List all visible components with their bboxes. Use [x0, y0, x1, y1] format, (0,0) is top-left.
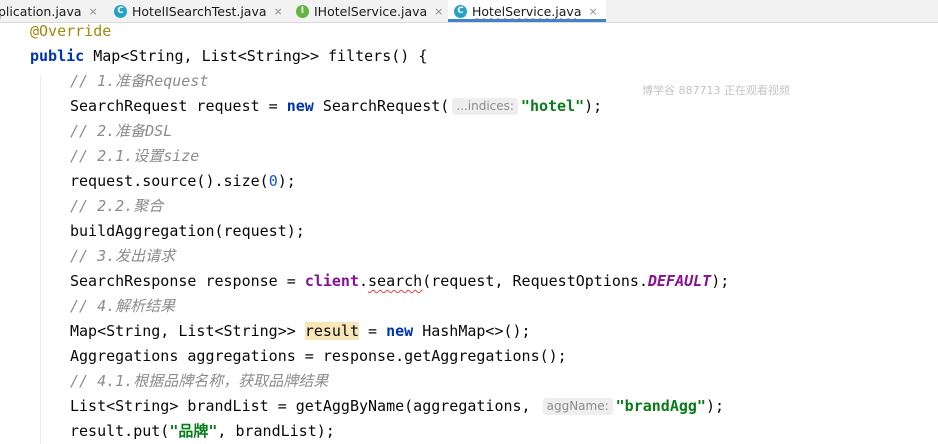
comment-token: // 1.准备Request: [70, 72, 209, 90]
code-text: );: [705, 397, 725, 415]
code-text: );: [584, 97, 603, 115]
comment-token: // 2.准备DSL: [70, 122, 173, 140]
code-line-1[interactable]: @Override: [30, 19, 111, 44]
parameter-hint: ...indices:: [452, 98, 518, 115]
tab-label: plication.java: [0, 3, 82, 19]
code-line-3[interactable]: // 1.准备Request: [70, 69, 208, 94]
comment-token: // 2.1.设置size: [70, 147, 200, 165]
code-text: SearchRequest(: [313, 97, 450, 115]
class-icon: C: [454, 4, 467, 18]
code-editor[interactable]: @Override public Map<String, List<String…: [0, 22, 938, 444]
close-icon[interactable]: ×: [89, 5, 98, 18]
code-line-5[interactable]: // 2.准备DSL: [70, 119, 172, 144]
keyword-token: public: [30, 47, 85, 65]
highlighted-variable[interactable]: result: [304, 322, 359, 340]
comment-token: // 3.发出请求: [70, 247, 176, 265]
code-text: );: [711, 272, 730, 290]
code-text: Map<String, List<String>> filters() {: [84, 47, 428, 65]
comment-token: // 4.解析结果: [70, 297, 176, 315]
code-text: (request, RequestOptions.: [422, 272, 648, 290]
code-text: buildAggregation(request);: [70, 222, 305, 240]
close-icon[interactable]: ×: [588, 5, 597, 18]
code-line-4[interactable]: SearchRequest request = new SearchReques…: [70, 94, 602, 119]
video-watermark: 博学谷 887713 正在观看视频: [642, 84, 790, 97]
code-text: );: [277, 172, 296, 190]
code-line-2[interactable]: public Map<String, List<String>> filters…: [30, 44, 427, 69]
code-line-8[interactable]: // 2.2.聚合: [70, 194, 163, 219]
class-icon: C: [114, 4, 127, 18]
constant-token: DEFAULT: [648, 272, 712, 290]
string-token: "品牌": [169, 422, 218, 440]
code-line-15[interactable]: // 4.1.根据品牌名称，获取品牌结果: [70, 369, 328, 394]
editor-tab-bar: plication.java × C HotelISearchTest.java…: [0, 0, 938, 23]
code-line-17[interactable]: result.put("品牌", brandList);: [70, 419, 335, 444]
keyword-token: new: [286, 97, 314, 115]
close-icon[interactable]: ×: [434, 5, 443, 18]
code-text: SearchRequest request =: [70, 97, 287, 115]
code-text: =: [359, 322, 387, 340]
parameter-hint: aggName:: [542, 398, 613, 415]
code-text: , brandList);: [217, 422, 335, 440]
number-token: 0: [268, 172, 278, 190]
code-line-11[interactable]: SearchResponse response = client.search(…: [70, 269, 729, 294]
code-text: Aggregations aggregations = response.get…: [70, 347, 567, 365]
indent-guide: [40, 75, 41, 444]
code-text: SearchResponse response =: [70, 272, 305, 290]
field-token: client: [304, 272, 359, 290]
interface-icon: I: [296, 4, 309, 18]
code-text: request.source().size(: [70, 172, 269, 190]
method-token: search: [368, 272, 423, 290]
code-line-14[interactable]: Aggregations aggregations = response.get…: [70, 344, 567, 369]
code-text: List<String> brandList = getAggByName(ag…: [70, 397, 540, 415]
code-line-16[interactable]: List<String> brandList = getAggByName(ag…: [70, 394, 724, 419]
tab-label: HotelISearchTest.java: [132, 3, 267, 19]
string-token: "brandAgg": [615, 397, 706, 415]
code-line-12[interactable]: // 4.解析结果: [70, 294, 175, 319]
code-line-10[interactable]: // 3.发出请求: [70, 244, 175, 269]
code-line-9[interactable]: buildAggregation(request);: [70, 219, 305, 244]
tab-label: IHotelService.java: [314, 3, 428, 19]
comment-token: // 2.2.聚合: [70, 197, 164, 215]
code-line-13[interactable]: Map<String, List<String>> result = new H…: [70, 319, 531, 344]
code-text: Map<String, List<String>>: [70, 322, 305, 340]
tab-label: HotelService.java: [472, 3, 582, 19]
code-text: result.put(: [70, 422, 170, 440]
comment-token: // 4.1.根据品牌名称，获取品牌结果: [70, 372, 329, 390]
close-icon[interactable]: ×: [274, 5, 283, 18]
annotation-token: @Override: [30, 22, 112, 40]
tab-ihotelservice-java[interactable]: I IHotelService.java ×: [296, 0, 443, 22]
code-line-6[interactable]: // 2.1.设置size: [70, 144, 199, 169]
tab-hotelservice-java[interactable]: C HotelService.java ×: [448, 0, 606, 22]
code-line-7[interactable]: request.source().size(0);: [70, 169, 296, 194]
keyword-token: new: [386, 322, 414, 340]
code-text: .: [359, 272, 369, 290]
string-token: "hotel": [520, 97, 585, 115]
code-text: HashMap<>();: [413, 322, 531, 340]
tab-hotelisearchtest-java[interactable]: C HotelISearchTest.java ×: [114, 0, 283, 22]
